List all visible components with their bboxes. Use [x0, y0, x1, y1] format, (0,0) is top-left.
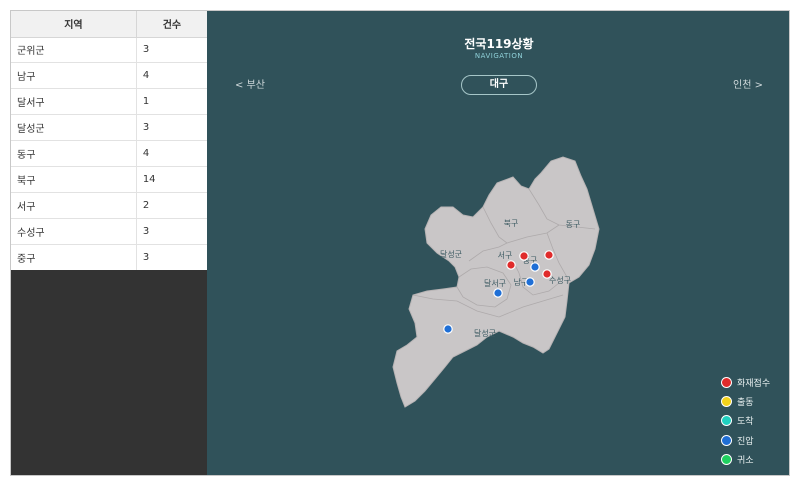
legend-item-return: 귀소: [721, 450, 770, 469]
district-label-dalseo: 달서구: [484, 279, 506, 288]
count-cell: 2: [136, 192, 207, 219]
table-header-row: 지역 건수: [11, 11, 207, 38]
fire-report-marker[interactable]: [506, 260, 516, 270]
table-row[interactable]: 달성군 3: [11, 114, 207, 142]
region-cell: 수성구: [11, 218, 137, 245]
current-region-badge[interactable]: 대구: [461, 75, 537, 95]
arrival-dot-icon: [721, 415, 732, 427]
table-row[interactable]: 군위군 3: [11, 37, 207, 64]
table-row[interactable]: 달서구 1: [11, 88, 207, 116]
legend-item-fire-report: 화재접수: [721, 373, 770, 392]
map-panel: 북구 동구 달성군 서구 중구 남구 수성구 달서구 달성군 전국119상황 N…: [207, 11, 789, 475]
count-cell: 3: [136, 114, 207, 142]
count-cell: 14: [136, 166, 207, 193]
count-column-header: 건수: [136, 11, 207, 38]
region-cell: 남구: [11, 62, 137, 90]
table-row[interactable]: 동구 4: [11, 140, 207, 167]
status-legend: 화재접수 출동 도착 진압 귀소: [721, 373, 770, 469]
count-cell: 4: [136, 62, 207, 90]
suppression-marker[interactable]: [443, 324, 453, 334]
fire-report-marker[interactable]: [542, 269, 552, 279]
nav-next-region-button[interactable]: 인천 >: [733, 76, 763, 91]
legend-label: 도착: [737, 417, 754, 428]
suppression-marker[interactable]: [525, 277, 535, 287]
map-title: 전국119상황: [464, 37, 534, 51]
legend-label: 귀소: [737, 455, 754, 466]
region-cell: 서구: [11, 192, 137, 219]
district-label-dalseong-north: 달성군: [440, 250, 462, 259]
count-cell: 3: [142, 251, 150, 263]
region-column-header: 지역: [11, 11, 137, 38]
region-cell: 동구: [11, 140, 137, 167]
map-subtitle: NAVIGATION: [474, 52, 524, 60]
legend-label: 출동: [737, 398, 754, 409]
suppression-dot-icon: [721, 434, 732, 446]
fire-report-marker[interactable]: [519, 251, 529, 261]
table-row[interactable]: 서구 2: [11, 192, 207, 219]
dashboard-frame: 지역 건수 군위군 3 남구 4 달서구 1 달성군 3 동구 4 북구 14 서구 2 수성…: [10, 10, 790, 476]
region-table-panel: 지역 건수 군위군 3 남구 4 달서구 1 달성군 3 동구 4 북구 14 서구 2 수성…: [11, 11, 207, 475]
nav-prev-region-button[interactable]: < 부산: [235, 76, 265, 91]
district-label-seo: 서구: [498, 251, 513, 260]
region-count-table: 지역 건수 군위군 3 남구 4 달서구 1 달성군 3 동구 4 북구 14 서구 2 수성…: [11, 11, 207, 271]
table-row[interactable]: 남구 4: [11, 62, 207, 90]
region-cell: 북구: [11, 166, 137, 193]
fire-report-marker[interactable]: [544, 250, 554, 260]
region-cell: 달성군: [11, 114, 137, 142]
suppression-marker[interactable]: [493, 288, 503, 298]
count-cell: 3: [136, 218, 207, 245]
table-row[interactable]: 수성구 3: [11, 218, 207, 245]
table-row[interactable]: 중구 3: [11, 244, 207, 271]
district-label-suseong: 수성구: [549, 276, 571, 285]
fire-report-dot-icon: [721, 377, 732, 389]
district-label-buk: 북구: [504, 219, 519, 228]
count-cell: 4: [136, 140, 207, 167]
region-cell: 중구: [11, 244, 137, 271]
count-cell: 3: [136, 37, 207, 64]
legend-item-suppression: 진압: [721, 431, 770, 450]
table-row[interactable]: 북구 14: [11, 166, 207, 193]
legend-item-arrival: 도착: [721, 411, 770, 430]
dispatch-dot-icon: [721, 396, 732, 408]
district-label-dalseong-south: 달성군: [474, 329, 496, 338]
district-label-dong: 동구: [566, 220, 581, 229]
count-cell: 1: [136, 88, 207, 116]
region-cell: 달서구: [11, 88, 137, 116]
suppression-marker[interactable]: [530, 262, 540, 272]
legend-item-dispatch: 출동: [721, 392, 770, 411]
region-cell: 군위군: [11, 37, 137, 64]
legend-label: 진압: [737, 436, 754, 447]
legend-label: 화재접수: [737, 379, 771, 390]
return-dot-icon: [721, 453, 732, 465]
